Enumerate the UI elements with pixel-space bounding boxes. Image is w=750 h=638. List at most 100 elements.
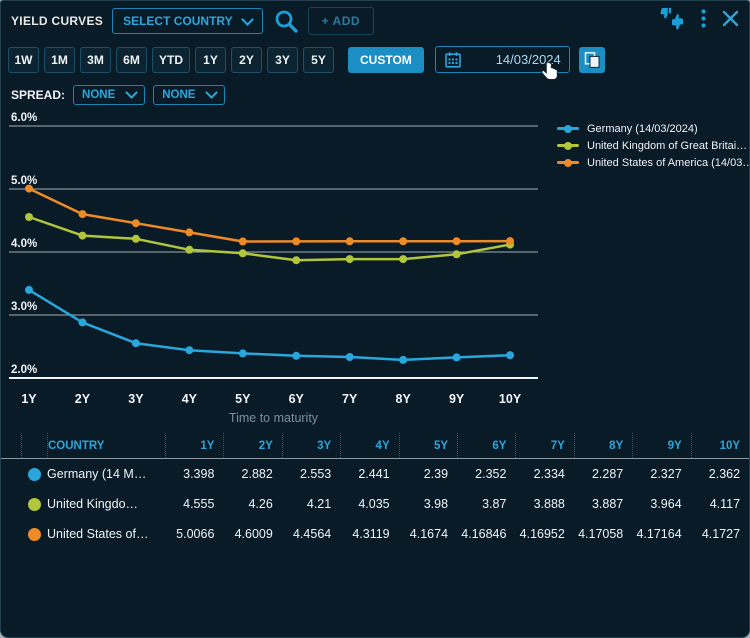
spread-select-2[interactable]: NONE — [153, 85, 225, 105]
row-value-cell: 3.87 — [457, 497, 515, 511]
data-point[interactable] — [399, 255, 407, 263]
period-button-5y[interactable]: 5Y — [303, 47, 334, 73]
chevron-down-icon — [125, 86, 138, 99]
chevron-down-icon — [241, 13, 254, 26]
row-value-cell: 2.39 — [399, 467, 457, 481]
data-point[interactable] — [292, 237, 300, 245]
data-point[interactable] — [453, 353, 461, 361]
row-country-label: United States of… — [47, 527, 165, 541]
data-point[interactable] — [25, 185, 33, 193]
data-point[interactable] — [399, 237, 407, 245]
legend-marker-dot — [564, 125, 572, 133]
row-value-cell: 2.441 — [340, 467, 398, 481]
yield-curves-window: YIELD CURVES SELECT COUNTRY + ADD — [0, 0, 750, 638]
row-value-cell: 2.327 — [632, 467, 690, 481]
legend-label: United Kingdom of Great Britai… — [587, 140, 747, 152]
copy-button[interactable] — [579, 47, 605, 73]
data-point[interactable] — [292, 352, 300, 360]
data-point[interactable] — [346, 353, 354, 361]
row-value-cell: 4.117 — [691, 497, 749, 511]
data-point[interactable] — [78, 232, 86, 240]
data-point[interactable] — [239, 249, 247, 257]
period-button-6m[interactable]: 6M — [116, 47, 147, 73]
x-axis-tick: 4Y — [182, 392, 198, 406]
period-button-3y[interactable]: 3Y — [267, 47, 298, 73]
period-button-1y[interactable]: 1Y — [195, 47, 226, 73]
data-point[interactable] — [292, 256, 300, 264]
x-axis-tick: 3Y — [128, 392, 144, 406]
row-color-cell — [21, 468, 47, 481]
period-button-3m[interactable]: 3M — [80, 47, 111, 73]
row-value-cell: 2.334 — [515, 467, 573, 481]
period-button-2y[interactable]: 2Y — [231, 47, 262, 73]
header-4y: 4Y — [340, 433, 398, 458]
country-select[interactable]: SELECT COUNTRY — [112, 8, 263, 34]
data-point[interactable] — [185, 346, 193, 354]
yield-curve-chart: 6.0%5.0%4.0%3.0%2.0%1Y2Y3Y4Y5Y6Y7Y8Y9Y10… — [1, 111, 749, 433]
toolbar-row-spread: SPREAD: NONE NONE — [1, 78, 749, 111]
data-point[interactable] — [185, 228, 193, 236]
header-2y: 2Y — [223, 433, 281, 458]
row-value-cell: 4.4564 — [282, 527, 340, 541]
row-value-cell: 4.1727 — [691, 527, 749, 541]
legend-item[interactable]: United States of America (14/03… — [557, 156, 750, 169]
row-value-cell: 4.16952 — [515, 527, 573, 541]
period-button-1m[interactable]: 1M — [44, 47, 75, 73]
data-point[interactable] — [132, 235, 140, 243]
legend-item[interactable]: United Kingdom of Great Britai… — [557, 139, 750, 152]
date-input[interactable]: 14/03/2024 — [435, 46, 570, 73]
table-body: Germany (14 M…3.3982.8822.5532.4412.392.… — [1, 459, 749, 549]
feedback-thumbs-icon[interactable] — [659, 7, 685, 36]
header-country: COUNTRY — [47, 433, 165, 458]
add-button[interactable]: + ADD — [308, 7, 374, 35]
search-icon[interactable] — [273, 8, 299, 34]
x-axis-tick: 2Y — [75, 392, 91, 406]
spread-select-group: NONE NONE — [73, 85, 225, 105]
row-color-cell — [21, 528, 47, 541]
country-select-label: SELECT COUNTRY — [123, 14, 233, 28]
close-icon[interactable] — [722, 10, 739, 32]
data-point[interactable] — [399, 356, 407, 364]
data-point[interactable] — [132, 219, 140, 227]
x-axis-tick: 10Y — [499, 392, 522, 406]
table-row[interactable]: United States of…5.00664.60094.45644.311… — [1, 519, 749, 549]
data-point[interactable] — [506, 237, 514, 245]
x-axis-tick: 6Y — [289, 392, 305, 406]
row-value-cell: 2.553 — [282, 467, 340, 481]
table-header-row: COUNTRY1Y2Y3Y4Y5Y6Y7Y8Y9Y10Y — [1, 433, 749, 459]
row-value-cell: 3.888 — [515, 497, 573, 511]
row-color-cell — [21, 498, 47, 511]
data-point[interactable] — [346, 237, 354, 245]
row-value-cell: 4.17164 — [632, 527, 690, 541]
row-value-cell: 4.555 — [165, 497, 223, 511]
kebab-menu-icon[interactable] — [701, 9, 706, 33]
data-point[interactable] — [25, 213, 33, 221]
legend-marker-dot — [564, 142, 572, 150]
period-button-ytd[interactable]: YTD — [152, 47, 190, 73]
header-3y: 3Y — [282, 433, 340, 458]
series-color-dot — [28, 498, 41, 511]
spread-select-1[interactable]: NONE — [73, 85, 145, 105]
period-button-1w[interactable]: 1W — [8, 47, 39, 73]
legend-item[interactable]: Germany (14/03/2024) — [557, 122, 750, 135]
data-point[interactable] — [239, 349, 247, 357]
y-axis-tick: 4.0% — [11, 238, 37, 250]
spread-label: SPREAD: — [11, 88, 65, 102]
data-point[interactable] — [239, 238, 247, 246]
data-point[interactable] — [506, 351, 514, 359]
data-point[interactable] — [453, 250, 461, 258]
data-point[interactable] — [25, 286, 33, 294]
table-row[interactable]: Germany (14 M…3.3982.8822.5532.4412.392.… — [1, 459, 749, 489]
data-point[interactable] — [346, 255, 354, 263]
data-point[interactable] — [185, 246, 193, 254]
spread-select-value: NONE — [162, 89, 195, 101]
data-point[interactable] — [78, 210, 86, 218]
calendar-icon — [444, 51, 462, 69]
data-point[interactable] — [78, 318, 86, 326]
page-title: YIELD CURVES — [11, 14, 103, 28]
series-color-dot — [28, 468, 41, 481]
data-point[interactable] — [132, 339, 140, 347]
table-row[interactable]: United Kingdo…4.5554.264.214.0353.983.87… — [1, 489, 749, 519]
data-point[interactable] — [453, 237, 461, 245]
custom-button[interactable]: CUSTOM — [348, 47, 424, 73]
